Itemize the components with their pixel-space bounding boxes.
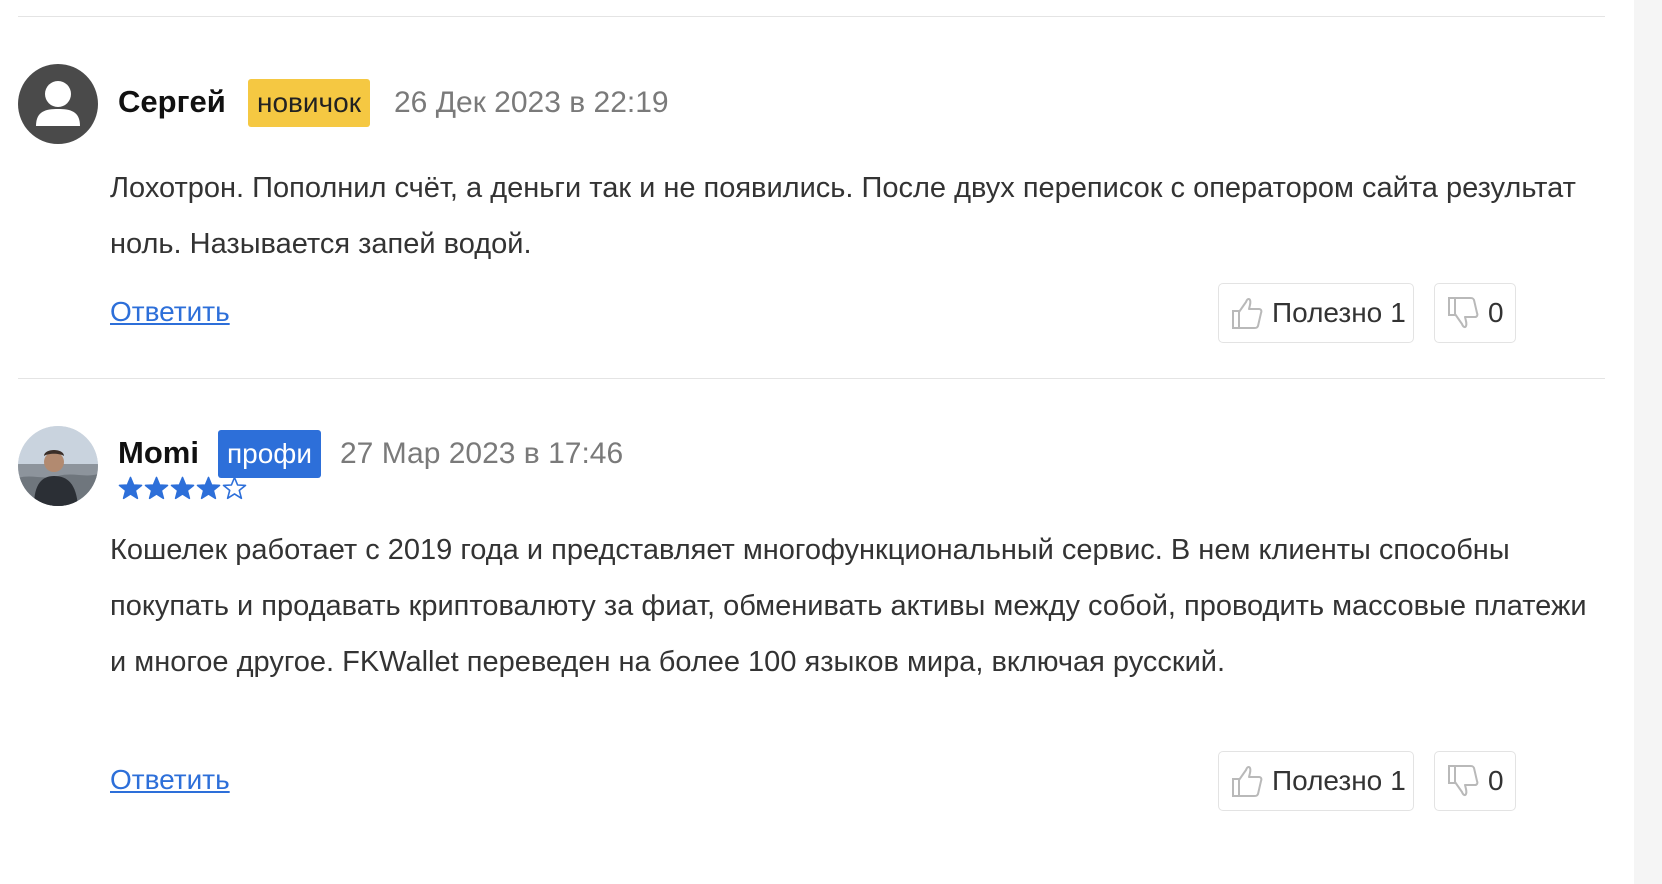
helpful-button[interactable]: Полезно 1 <box>1218 751 1414 811</box>
user-silhouette-icon <box>36 81 80 126</box>
thumbs-down-icon <box>1448 297 1479 329</box>
avatar <box>18 426 98 506</box>
unhelpful-button[interactable]: 0 <box>1434 283 1516 343</box>
unhelpful-count: 0 <box>1488 297 1504 328</box>
helpful-count: 1 <box>1390 297 1406 328</box>
review-text: Кошелек работает с 2019 года и представл… <box>110 534 1587 678</box>
helpful-button[interactable]: Полезно 1 <box>1218 283 1414 343</box>
unhelpful-count: 0 <box>1488 765 1504 796</box>
unhelpful-button[interactable]: 0 <box>1434 751 1516 811</box>
author-name: Momi <box>118 435 199 470</box>
divider <box>18 378 1605 379</box>
user-photo <box>18 426 98 506</box>
reply-link[interactable]: Ответить <box>110 292 230 332</box>
star-filled-icon <box>196 476 221 500</box>
status-badge: профи <box>218 430 321 478</box>
review-date: 27 Мар 2023 в 17:46 <box>340 437 624 470</box>
author-name: Сергей <box>118 84 226 119</box>
star-outline-icon <box>222 476 247 500</box>
status-badge: новичок <box>248 79 370 127</box>
reply-link[interactable]: Ответить <box>110 760 230 800</box>
star-filled-icon <box>170 476 195 500</box>
review-date: 26 Дек 2023 в 22:19 <box>394 86 669 119</box>
thumbs-down-icon <box>1448 765 1479 797</box>
divider <box>18 16 1605 17</box>
thumbs-up-icon <box>1232 297 1263 329</box>
thumbs-up-icon <box>1232 765 1263 797</box>
helpful-label: Полезно <box>1272 297 1383 328</box>
avatar <box>18 64 98 144</box>
helpful-count: 1 <box>1390 765 1406 796</box>
scrollbar-track[interactable] <box>1634 0 1662 884</box>
rating-stars <box>118 476 247 502</box>
review-text: Лохотрон. Пополнил счёт, а деньги так и … <box>110 172 1576 260</box>
star-filled-icon <box>144 476 169 500</box>
helpful-label: Полезно <box>1272 765 1383 796</box>
star-filled-icon <box>118 476 143 500</box>
